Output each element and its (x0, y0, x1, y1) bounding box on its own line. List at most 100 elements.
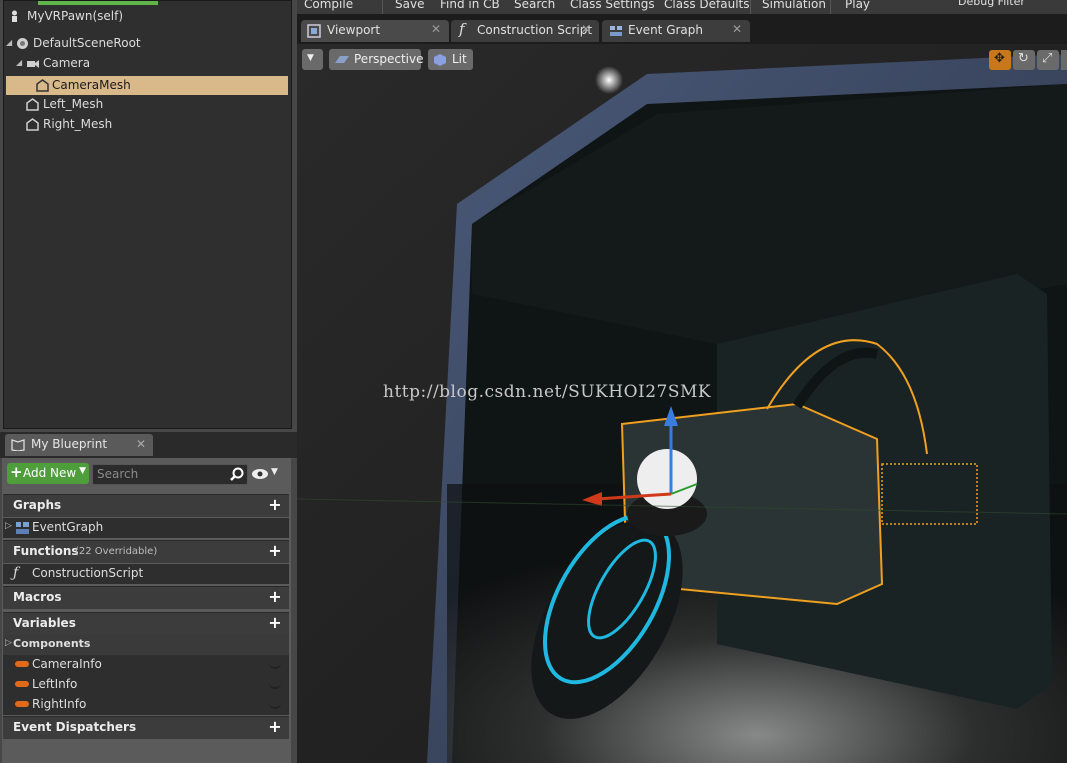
perspective-button[interactable]: Perspective (329, 49, 424, 70)
tab-construction-script[interactable]: f Construction Script ✕ (451, 20, 599, 42)
scene-root-icon (17, 38, 28, 49)
component-item-right-mesh[interactable]: Right_Mesh (4, 115, 291, 134)
component-item-camera[interactable]: ◢ Camera (4, 54, 291, 73)
visibility-eye-icon[interactable] (269, 699, 281, 709)
close-icon[interactable]: ✕ (581, 22, 591, 36)
macros-label: Macros (13, 590, 62, 604)
visibility-eye-icon[interactable] (269, 659, 281, 669)
graph-icon (610, 26, 622, 36)
add-new-label: Add New (23, 466, 77, 480)
expand-arrow-icon[interactable]: ▷ (5, 638, 12, 648)
component-label: Camera (43, 56, 91, 70)
add-new-button[interactable]: + Add New ▼ (7, 463, 89, 484)
compile-status-bar (38, 1, 158, 5)
chevron-down-icon: ▼ (307, 53, 314, 63)
lit-label: Lit (452, 52, 467, 66)
lit-button[interactable]: Lit (428, 49, 473, 70)
variable-item-leftinfo[interactable]: LeftInfo (3, 675, 289, 695)
variable-type-pill (15, 701, 29, 707)
add-graph-button[interactable]: + (267, 497, 283, 513)
variables-label: Variables (13, 616, 76, 630)
perspective-label: Perspective (354, 52, 424, 66)
more-tools-button[interactable] (1061, 50, 1067, 70)
add-event-dispatcher-button[interactable]: + (267, 719, 283, 735)
mesh-icon (26, 118, 39, 131)
functions-override-count: (22 Overridable) (75, 546, 158, 557)
scale-tool-button[interactable]: ⤢ (1037, 50, 1059, 70)
mesh-icon (36, 79, 49, 92)
variable-category-components[interactable]: ▷ Components (3, 635, 289, 655)
tab-label: Viewport (327, 23, 381, 37)
class-defaults-button[interactable]: Class Defaults (664, 0, 749, 11)
save-button[interactable]: Save (395, 0, 424, 11)
plus-icon: + (10, 463, 23, 481)
component-item-defaultsceneroot[interactable]: ◢ DefaultSceneRoot (4, 34, 291, 53)
component-item-left-mesh[interactable]: Left_Mesh (4, 95, 291, 114)
add-macro-button[interactable]: + (267, 589, 283, 605)
debug-filter-label: Debug Filter (958, 0, 1025, 8)
variable-type-pill (15, 661, 29, 667)
toolbar-separator (830, 0, 831, 14)
expand-arrow-icon[interactable]: ◢ (16, 58, 22, 67)
viewport-3d[interactable] (297, 44, 1067, 763)
compile-button[interactable]: Compile (304, 0, 353, 11)
event-dispatchers-section-header[interactable]: Event Dispatchers + (3, 716, 289, 739)
function-icon: ƒ (13, 565, 19, 581)
variable-category-label: Components (13, 637, 91, 650)
view-options-button[interactable]: ▼ (251, 467, 283, 481)
tab-label: My Blueprint (31, 437, 108, 451)
components-panel: MyVRPawn(self) ◢ DefaultSceneRoot ◢ Came… (3, 0, 292, 429)
variable-item-camerainfo[interactable]: CameraInfo (3, 655, 289, 675)
find-in-cb-button[interactable]: Find in CB (440, 0, 500, 11)
simulation-button[interactable]: Simulation (762, 0, 826, 11)
component-item-cameramesh[interactable]: CameraMesh (6, 76, 288, 95)
search-placeholder: Search (97, 467, 139, 481)
eye-icon (252, 469, 268, 479)
book-icon (11, 439, 25, 451)
tab-my-blueprint[interactable]: My Blueprint ✕ (5, 434, 153, 456)
chevron-down-icon: ▼ (271, 467, 278, 477)
add-variable-button[interactable]: + (267, 615, 283, 631)
close-icon[interactable]: ✕ (431, 22, 441, 36)
component-label: Right_Mesh (43, 117, 113, 131)
graph-item-eventgraph[interactable]: ▷ EventGraph (3, 518, 289, 538)
close-icon[interactable]: ✕ (136, 437, 146, 451)
scale-icon: ⤢ (1042, 51, 1053, 66)
variable-item-rightinfo[interactable]: RightInfo (3, 695, 289, 715)
variables-section-header[interactable]: Variables + (3, 612, 289, 635)
viewport-icon (307, 24, 321, 38)
tab-viewport[interactable]: Viewport ✕ (301, 20, 449, 42)
graphs-section-header[interactable]: Graphs + (3, 494, 289, 517)
class-settings-button[interactable]: Class Settings (570, 0, 655, 11)
variable-type-pill (15, 681, 29, 687)
component-root-row[interactable]: MyVRPawn(self) (4, 7, 291, 26)
visibility-eye-icon[interactable] (269, 679, 281, 689)
functions-section-header[interactable]: Functions (22 Overridable) + (3, 540, 289, 563)
search-button[interactable]: Search (514, 0, 555, 11)
translate-tool-button[interactable]: ✥ (989, 50, 1011, 70)
function-icon: f (459, 20, 465, 38)
add-function-button[interactable]: + (267, 543, 283, 559)
toolbar-separator (750, 0, 751, 14)
search-icon[interactable] (230, 467, 244, 481)
play-button[interactable]: Play (845, 0, 870, 11)
toolbar-separator (382, 0, 383, 14)
expand-arrow-icon[interactable]: ◢ (6, 38, 12, 47)
component-label: DefaultSceneRoot (33, 36, 141, 50)
close-icon[interactable]: ✕ (732, 22, 742, 36)
search-input[interactable]: Search (92, 464, 248, 485)
functions-label: Functions (13, 544, 79, 558)
rotate-icon: ↻ (1018, 51, 1029, 66)
macros-section-header[interactable]: Macros + (3, 586, 289, 609)
rotate-tool-button[interactable]: ↻ (1013, 50, 1035, 70)
function-item-constructionscript[interactable]: ƒ ConstructionScript (3, 564, 289, 584)
event-dispatchers-label: Event Dispatchers (13, 720, 137, 734)
camera-icon (27, 60, 39, 68)
viewport-options-button[interactable]: ▼ (302, 49, 323, 70)
expand-arrow-icon[interactable]: ▷ (5, 521, 12, 531)
tab-label: Event Graph (628, 23, 703, 37)
variable-item-label: LeftInfo (32, 677, 78, 691)
component-label: Left_Mesh (43, 97, 104, 111)
viewport-scene (297, 44, 1067, 763)
tab-event-graph[interactable]: Event Graph ✕ (602, 20, 750, 42)
